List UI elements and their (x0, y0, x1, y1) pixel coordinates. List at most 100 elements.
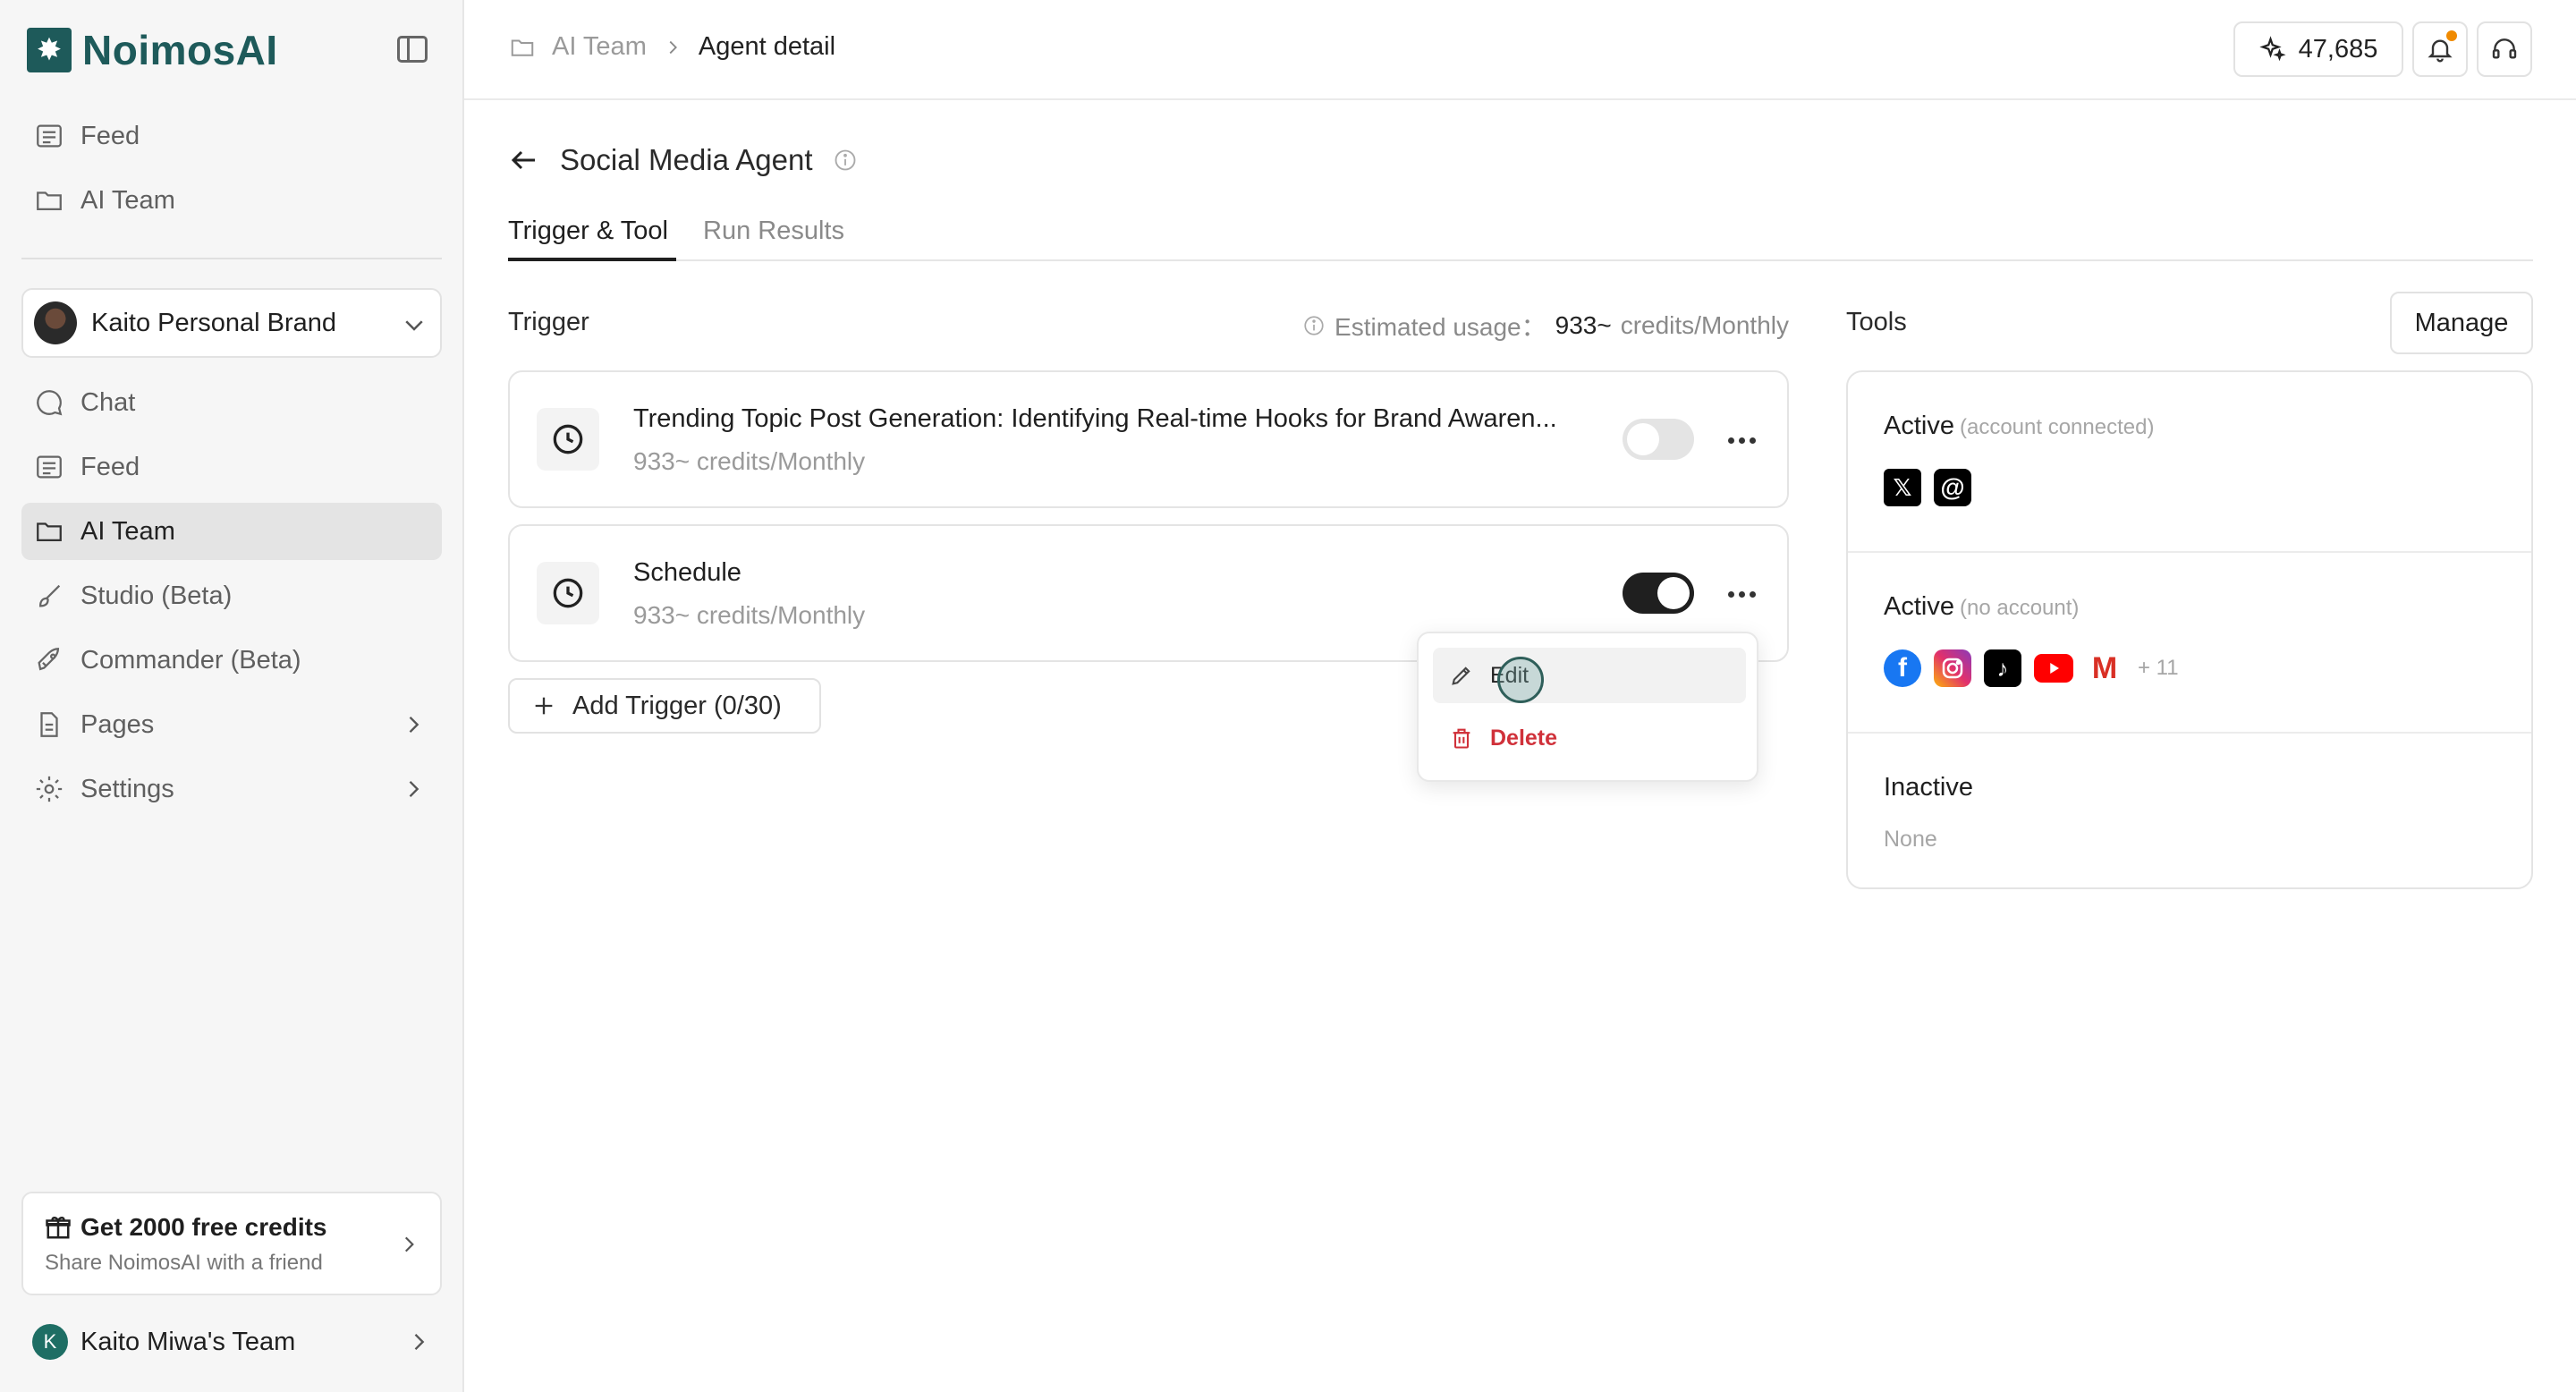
facebook-icon[interactable]: f (1884, 649, 1921, 687)
sidebar-item-label: Feed (80, 452, 140, 481)
sidebar-item-label: Feed (80, 121, 140, 150)
manage-button[interactable]: Manage (2390, 292, 2533, 354)
team-switcher[interactable]: K Kaito Miwa's Team (21, 1313, 442, 1371)
sidebar-item-label: AI Team (80, 185, 175, 215)
tools-icons: 𝕏 @ (1884, 469, 1971, 506)
referral-card[interactable]: Get 2000 free credits Share NoimosAI wit… (21, 1192, 442, 1295)
referral-title-text: Get 2000 free credits (80, 1213, 327, 1241)
sidebar-item-settings[interactable]: Settings (21, 760, 442, 818)
info-icon[interactable] (833, 148, 858, 173)
back-arrow-icon[interactable] (508, 144, 540, 176)
trigger-credits: 933~ credits/Monthly (633, 447, 866, 475)
trigger-toggle[interactable] (1623, 419, 1694, 460)
sidebar-top-item-ai-team[interactable]: AI Team (21, 172, 442, 229)
referral-title: Get 2000 free credits (45, 1213, 419, 1242)
tools-none-label: None (1884, 827, 1937, 852)
more-options-button[interactable] (1719, 576, 1764, 612)
logo[interactable]: ✸ NoimosAI (27, 27, 278, 73)
folder-icon (34, 516, 64, 547)
tools-section-title: Active (1884, 592, 1954, 621)
gmail-icon[interactable]: M (2086, 649, 2123, 687)
feed-icon (34, 121, 64, 151)
sidebar-toggle-icon[interactable] (397, 36, 428, 63)
clock-icon (537, 562, 599, 624)
sidebar-item-commander[interactable]: Commander (Beta) (21, 632, 442, 689)
menu-item-edit[interactable]: Edit (1433, 648, 1746, 703)
page-title: Social Media Agent (560, 143, 813, 176)
sidebar-item-feed[interactable]: Feed (21, 438, 442, 496)
logo-text: NoimosAI (82, 27, 278, 73)
sidebar-item-label: Studio (Beta) (80, 581, 233, 610)
top-bar: AI Team Agent detail 47,685 (464, 0, 2576, 100)
youtube-icon[interactable] (2034, 654, 2073, 683)
add-trigger-label: Add Trigger (0/30) (572, 691, 782, 720)
menu-item-delete[interactable]: Delete (1433, 710, 1746, 766)
usage-unit: credits/Monthly (1620, 311, 1789, 339)
instagram-icon[interactable] (1934, 649, 1971, 687)
breadcrumb-ai-team[interactable]: AI Team (552, 32, 647, 62)
sidebar-item-pages[interactable]: Pages (21, 696, 442, 753)
more-options-button[interactable] (1719, 422, 1764, 458)
brand-selector[interactable]: Kaito Personal Brand (21, 288, 442, 358)
sidebar-item-ai-team[interactable]: AI Team (21, 503, 442, 560)
tools-inactive: Inactive None (1848, 734, 2531, 887)
estimated-usage: Estimated usage： 933~ credits/Monthly (1302, 308, 1789, 344)
sidebar-item-label: AI Team (80, 516, 175, 546)
add-trigger-button[interactable]: Add Trigger (0/30) (508, 678, 821, 734)
folder-icon (511, 39, 534, 56)
trigger-context-menu: Edit Delete (1417, 632, 1758, 782)
chevron-right-icon (409, 781, 419, 797)
logo-mark-icon: ✸ (27, 28, 72, 72)
breadcrumb: AI Team Agent detail (509, 32, 835, 62)
sidebar-top-item-feed[interactable]: Feed (21, 107, 442, 165)
gift-icon (46, 1216, 71, 1239)
tools-active-no-account: Active (no account) f ♪ M + 11 (1848, 553, 2531, 734)
folder-icon (34, 185, 64, 216)
breadcrumb-agent-detail: Agent detail (698, 32, 836, 61)
notifications-button[interactable] (2412, 21, 2468, 77)
trigger-heading: Trigger (508, 308, 589, 336)
tools-section-heading: Active (account connected) (1884, 412, 2154, 441)
sidebar-item-studio[interactable]: Studio (Beta) (21, 567, 442, 624)
x-icon[interactable]: 𝕏 (1884, 469, 1921, 506)
sidebar-item-label: Commander (Beta) (80, 645, 301, 675)
more-tools-count[interactable]: + 11 (2138, 656, 2179, 681)
tiktok-icon[interactable]: ♪ (1984, 649, 2021, 687)
brand-name: Kaito Personal Brand (91, 308, 337, 337)
tools-active-connected: Active (account connected) 𝕏 @ (1848, 372, 2531, 553)
clock-icon (537, 408, 599, 471)
chevron-right-icon (414, 1334, 425, 1350)
tab-trigger-and-tool[interactable]: Trigger & Tool (508, 216, 668, 246)
credits-button[interactable]: 47,685 (2233, 21, 2403, 77)
notification-dot (2446, 30, 2457, 41)
chevron-right-icon (669, 40, 677, 54)
sidebar-item-chat[interactable]: Chat (21, 374, 442, 431)
tools-icons: f ♪ M + 11 (1884, 649, 2179, 687)
gear-icon (34, 774, 64, 804)
trigger-card[interactable]: Trending Topic Post Generation: Identify… (508, 370, 1789, 508)
usage-value: 933~ (1555, 311, 1612, 339)
support-button[interactable] (2477, 21, 2532, 77)
chevron-down-icon (405, 320, 423, 331)
plus-icon (535, 697, 553, 715)
tools-section-title: Inactive (1884, 773, 1973, 802)
trigger-title: Schedule (633, 558, 741, 587)
sidebar: ✸ NoimosAI Feed AI Team Kaito Personal B… (0, 0, 464, 1392)
brush-icon (34, 581, 64, 611)
tools-section-heading: Active (no account) (1884, 592, 2079, 622)
tools-section-heading: Inactive (1884, 773, 1973, 802)
toggle-knob (1657, 577, 1690, 609)
threads-icon[interactable]: @ (1934, 469, 1971, 506)
chevron-right-icon (404, 1236, 414, 1252)
referral-subtitle: Share NoimosAI with a friend (45, 1251, 323, 1275)
headset-icon (2492, 38, 2517, 59)
brand-avatar (34, 301, 77, 344)
tools-card: Active (account connected) 𝕏 @ Active (no … (1846, 370, 2533, 889)
page-header: Social Media Agent (508, 143, 858, 177)
trigger-toggle[interactable] (1623, 573, 1694, 614)
tab-run-results[interactable]: Run Results (703, 216, 844, 246)
menu-delete-label: Delete (1490, 725, 1558, 751)
team-avatar: K (32, 1324, 68, 1360)
sidebar-divider (21, 258, 442, 259)
tools-section-note: (account connected) (1959, 415, 2155, 439)
